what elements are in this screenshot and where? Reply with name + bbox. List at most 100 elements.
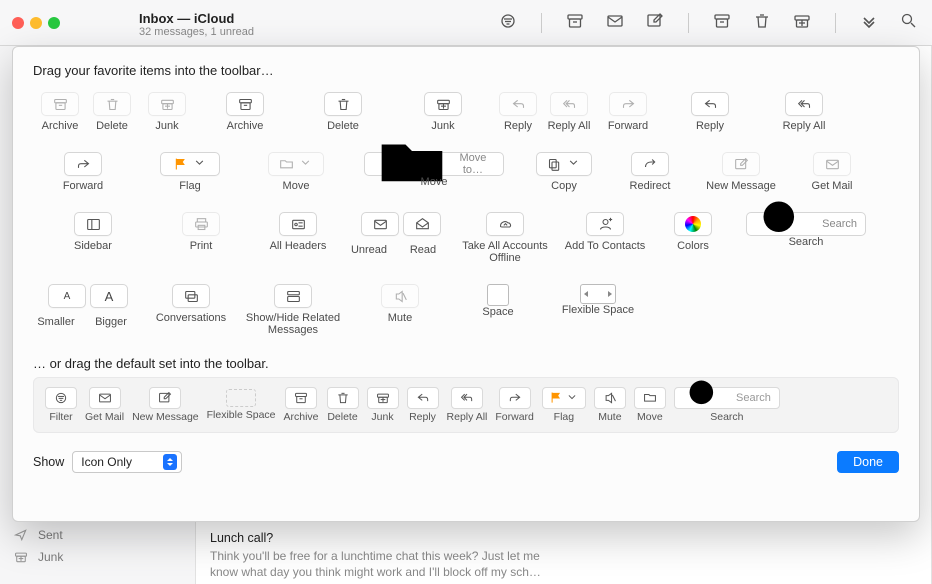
default-item-filter[interactable]: Filter bbox=[45, 387, 77, 423]
toolbar-item-flexible-space[interactable]: Flexible Space bbox=[543, 284, 653, 336]
junk-icon bbox=[424, 92, 462, 116]
window-controls bbox=[0, 17, 139, 29]
toolbar-item-forward[interactable]: Forward bbox=[33, 152, 133, 192]
default-item-label: Search bbox=[710, 411, 743, 423]
toolbar-item-show-hide-related-messages[interactable]: Show/Hide Related Messages bbox=[239, 284, 347, 336]
more-icon[interactable] bbox=[860, 12, 878, 33]
toolbar-item-label: Forward bbox=[63, 180, 103, 192]
zoom-window[interactable] bbox=[48, 17, 60, 29]
copy-icon bbox=[536, 152, 592, 176]
customize-toolbar-sheet: Drag your favorite items into the toolba… bbox=[12, 46, 920, 522]
toolbar-item-label: Unread bbox=[347, 244, 391, 256]
toolbar-item-reply-all[interactable]: Reply All bbox=[543, 92, 595, 132]
reply-icon bbox=[499, 92, 537, 116]
toolbar-item-all-headers[interactable]: All Headers bbox=[249, 212, 347, 264]
minimize-window[interactable] bbox=[30, 17, 42, 29]
default-item-move[interactable]: Move bbox=[634, 387, 666, 423]
toolbar-item-label: Reply All bbox=[548, 120, 591, 132]
toolbar-item-copy[interactable]: Copy bbox=[523, 152, 605, 192]
toolbar-item-redirect[interactable]: Redirect bbox=[605, 152, 695, 192]
sidebar-item-sent[interactable]: Sent bbox=[0, 524, 195, 546]
default-item-flexible-space[interactable]: Flexible Space bbox=[207, 389, 276, 421]
archive-icon[interactable] bbox=[566, 12, 584, 33]
toolbar-item-move[interactable]: Move to…Move bbox=[345, 152, 523, 192]
reply-icon bbox=[691, 92, 729, 116]
default-item-search[interactable]: SearchSearch bbox=[674, 387, 780, 423]
toolbar-item-reply[interactable]: Reply bbox=[493, 92, 543, 132]
archive-icon bbox=[285, 387, 317, 409]
toolbar-icons bbox=[499, 12, 932, 33]
sidebar-item-junk[interactable]: Junk bbox=[0, 546, 195, 568]
mail-subject: Lunch call? bbox=[210, 530, 551, 547]
toolbar-item-add-to-contacts[interactable]: Add To Contacts bbox=[555, 212, 655, 264]
search-icon[interactable] bbox=[900, 12, 918, 33]
search-field: Search bbox=[746, 212, 866, 236]
toolbar-item-reply[interactable]: Reply bbox=[661, 92, 759, 132]
junk-icon[interactable] bbox=[793, 12, 811, 33]
default-item-delete[interactable]: Delete bbox=[327, 387, 359, 423]
default-item-flag[interactable]: Flag bbox=[542, 387, 586, 423]
toolbar-item-colors[interactable]: Colors bbox=[655, 212, 731, 264]
toolbar-item-get-mail[interactable]: Get Mail bbox=[787, 152, 877, 192]
default-item-forward[interactable]: Forward bbox=[495, 387, 534, 423]
filter-icon bbox=[45, 387, 77, 409]
default-item-junk[interactable]: Junk bbox=[367, 387, 399, 423]
toolbar-item-space[interactable]: Space bbox=[453, 284, 543, 336]
toolbar-item-smaller-bigger[interactable]: AASmallerBigger bbox=[33, 284, 143, 336]
toolbar-item-print[interactable]: Print bbox=[153, 212, 249, 264]
toolbar-item-move[interactable]: Move bbox=[247, 152, 345, 192]
junk-icon bbox=[148, 92, 186, 116]
toolbar-item-label: Reply bbox=[696, 120, 724, 132]
toolbar-separator bbox=[835, 13, 836, 33]
toolbar-item-mute[interactable]: Mute bbox=[347, 284, 453, 336]
toolbar-item-label: Smaller bbox=[33, 316, 79, 328]
default-item-archive[interactable]: Archive bbox=[284, 387, 319, 423]
toolbar-item-delete[interactable]: Delete bbox=[87, 92, 137, 132]
reply-all-icon bbox=[550, 92, 588, 116]
trash-icon bbox=[324, 92, 362, 116]
toolbar-item-take-all-accounts-offline[interactable]: Take All Accounts Offline bbox=[455, 212, 555, 264]
forward-icon bbox=[64, 152, 102, 176]
toolbar-item-flag[interactable]: Flag bbox=[133, 152, 247, 192]
archive2-icon[interactable] bbox=[713, 12, 731, 33]
toolbar-item-search[interactable]: SearchSearch bbox=[731, 212, 881, 264]
toolbar-item-label: Redirect bbox=[630, 180, 671, 192]
toolbar-item-sidebar[interactable]: Sidebar bbox=[33, 212, 153, 264]
default-item-label: Archive bbox=[284, 411, 319, 423]
default-item-reply[interactable]: Reply bbox=[407, 387, 439, 423]
compose-icon[interactable] bbox=[646, 12, 664, 33]
close-window[interactable] bbox=[12, 17, 24, 29]
default-item-reply-all[interactable]: Reply All bbox=[447, 387, 488, 423]
related-icon bbox=[274, 284, 312, 308]
done-button[interactable]: Done bbox=[837, 451, 899, 473]
default-item-label: Forward bbox=[495, 411, 534, 423]
compose-icon bbox=[722, 152, 760, 176]
toolbar-item-archive[interactable]: Archive bbox=[33, 92, 87, 132]
mail-icon[interactable] bbox=[606, 12, 624, 33]
toolbar-item-junk[interactable]: Junk bbox=[137, 92, 197, 132]
sheet-footer: Show Icon Only Done bbox=[33, 447, 899, 473]
offline-icon bbox=[486, 212, 524, 236]
archive-icon bbox=[41, 92, 79, 116]
default-item-mute[interactable]: Mute bbox=[594, 387, 626, 423]
default-item-new-message[interactable]: New Message bbox=[132, 387, 199, 423]
reply-icon bbox=[407, 387, 439, 409]
toolbar-item-label: Reply All bbox=[783, 120, 826, 132]
toolbar-item-forward[interactable]: Forward bbox=[595, 92, 661, 132]
toolbar-item-conversations[interactable]: Conversations bbox=[143, 284, 239, 336]
show-mode-select[interactable]: Icon Only bbox=[72, 451, 182, 473]
toolbar-item-archive[interactable]: Archive bbox=[197, 92, 293, 132]
filter-icon[interactable] bbox=[499, 12, 517, 33]
toolbar-item-label: Print bbox=[190, 240, 213, 252]
toolbar-item-label: Flexible Space bbox=[562, 304, 634, 316]
default-item-get-mail[interactable]: Get Mail bbox=[85, 387, 124, 423]
toolbar-item-unread-read[interactable]: UnreadRead bbox=[347, 212, 455, 264]
default-toolbar-set[interactable]: FilterGet MailNew MessageFlexible Space A… bbox=[33, 377, 899, 433]
toolbar-item-new-message[interactable]: New Message bbox=[695, 152, 787, 192]
toolbar-item-label: Mute bbox=[388, 312, 412, 324]
default-item-label: Mute bbox=[598, 411, 621, 423]
trash-icon[interactable] bbox=[753, 12, 771, 33]
forward-icon bbox=[499, 387, 531, 409]
default-item-label: Junk bbox=[371, 411, 393, 423]
toolbar-item-reply-all[interactable]: Reply All bbox=[759, 92, 849, 132]
